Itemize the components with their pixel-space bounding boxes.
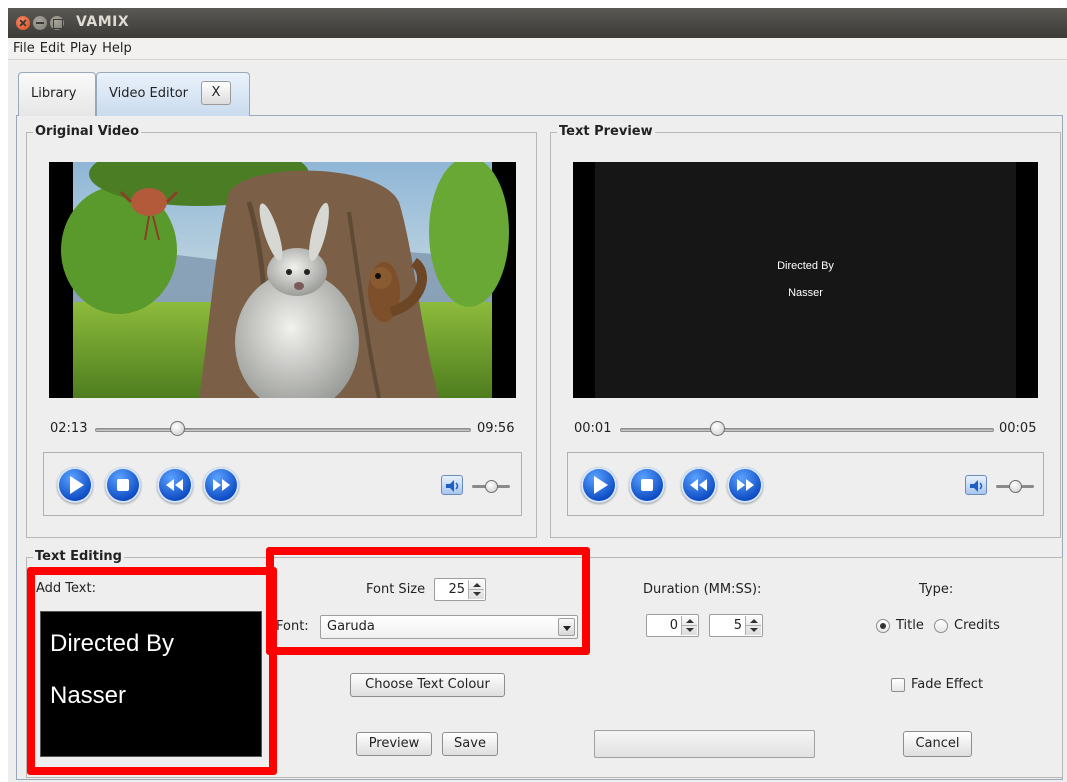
menu-edit[interactable]: Edit	[35, 38, 65, 56]
fade-effect-label[interactable]: Fade Effect	[911, 677, 983, 692]
text-input-line1: Directed By	[50, 630, 175, 657]
type-credits-label[interactable]: Credits	[954, 618, 1000, 633]
preview-controls-panel	[567, 452, 1044, 516]
spinner-arrows-icon[interactable]	[681, 616, 697, 635]
text-input-line2: Nasser	[50, 682, 127, 709]
window-title: VAMIX	[76, 14, 130, 30]
font-select-value: Garuda	[327, 619, 375, 634]
preview-fast-forward-button[interactable]	[727, 467, 763, 503]
tab-video-editor-label: Video Editor	[109, 86, 189, 101]
tab-library-label: Library	[31, 86, 77, 101]
menu-bar: File Edit Play Help	[8, 38, 1067, 60]
chevron-down-icon[interactable]	[558, 618, 575, 636]
preview-current-time: 00:01	[574, 421, 612, 436]
fast-forward-icon	[737, 479, 754, 491]
tab-library[interactable]: Library	[18, 72, 96, 116]
stop-icon	[117, 479, 129, 491]
fade-effect-checkbox[interactable]	[891, 678, 905, 692]
preview-button[interactable]: Preview	[356, 732, 432, 756]
preview-volume-knob[interactable]	[1008, 480, 1022, 493]
play-icon	[70, 476, 84, 494]
original-seek-bar[interactable]	[95, 428, 471, 432]
preview-text-line1: Directed By	[777, 260, 834, 272]
add-text-input[interactable]: Directed By Nasser	[40, 611, 262, 757]
fast-forward-icon	[213, 479, 230, 491]
stop-button[interactable]	[105, 467, 141, 503]
window-minimize-icon[interactable]	[33, 16, 47, 30]
window-close-icon[interactable]	[16, 16, 30, 30]
choose-text-colour-button[interactable]: Choose Text Colour	[350, 673, 505, 697]
add-text-label: Add Text:	[36, 581, 96, 596]
preview-seek-knob[interactable]	[709, 421, 725, 436]
type-title-label[interactable]: Title	[896, 618, 924, 633]
preview-play-button[interactable]	[581, 467, 617, 503]
rewind-icon	[690, 479, 707, 491]
duration-seconds-value: 5	[733, 618, 742, 633]
duration-minutes-spinner[interactable]: 0	[646, 614, 699, 637]
fast-forward-button[interactable]	[203, 467, 239, 503]
font-size-value: 25	[448, 582, 465, 597]
font-size-label: Font Size	[366, 582, 426, 597]
text-preview-frame[interactable]: Directed By Nasser	[573, 162, 1038, 398]
window-maximize-icon[interactable]	[50, 16, 64, 30]
save-button[interactable]: Save	[442, 732, 498, 756]
original-video-title: Original Video	[33, 124, 142, 140]
duration-minutes-value: 0	[669, 618, 678, 633]
video-frame-image	[49, 162, 516, 398]
font-label: Font:	[276, 619, 309, 634]
play-button[interactable]	[57, 467, 93, 503]
close-tab-button[interactable]: X	[201, 81, 231, 105]
type-credits-radio[interactable]	[934, 619, 948, 633]
preview-text-line2: Nasser	[788, 287, 823, 299]
text-editing-title: Text Editing	[33, 549, 124, 565]
play-icon	[594, 476, 608, 494]
duration-label: Duration (MM:SS):	[643, 582, 762, 597]
preview-rewind-button[interactable]	[681, 467, 717, 503]
text-preview-title: Text Preview	[557, 124, 655, 140]
cancel-button[interactable]: Cancel	[903, 731, 972, 757]
original-volume-knob[interactable]	[484, 480, 498, 493]
rewind-button[interactable]	[157, 467, 193, 503]
duration-seconds-spinner[interactable]: 5	[709, 614, 763, 637]
font-size-spinner[interactable]: 25	[434, 578, 486, 601]
rewind-icon	[166, 479, 183, 491]
preview-total-time: 00:05	[999, 421, 1037, 436]
title-bar: VAMIX	[8, 8, 1067, 38]
volume-icon[interactable]	[965, 475, 987, 495]
original-controls-panel	[43, 452, 522, 516]
progress-bar	[594, 730, 815, 758]
menu-help[interactable]: Help	[97, 38, 132, 56]
preview-stop-button[interactable]	[629, 467, 665, 503]
type-title-radio[interactable]	[876, 619, 890, 633]
type-label: Type:	[919, 582, 954, 597]
tab-video-editor[interactable]: Video Editor X	[96, 72, 250, 116]
stop-icon	[641, 479, 653, 491]
volume-icon[interactable]	[441, 475, 463, 495]
original-video-frame[interactable]	[49, 162, 516, 398]
original-current-time: 02:13	[50, 421, 88, 436]
menu-file[interactable]: File	[8, 38, 35, 56]
spinner-arrows-icon[interactable]	[468, 580, 484, 599]
preview-seek-bar[interactable]	[620, 428, 994, 432]
spinner-arrows-icon[interactable]	[745, 616, 761, 635]
menu-play[interactable]: Play	[65, 38, 97, 56]
font-select[interactable]: Garuda	[320, 615, 578, 639]
original-total-time: 09:56	[477, 421, 515, 436]
